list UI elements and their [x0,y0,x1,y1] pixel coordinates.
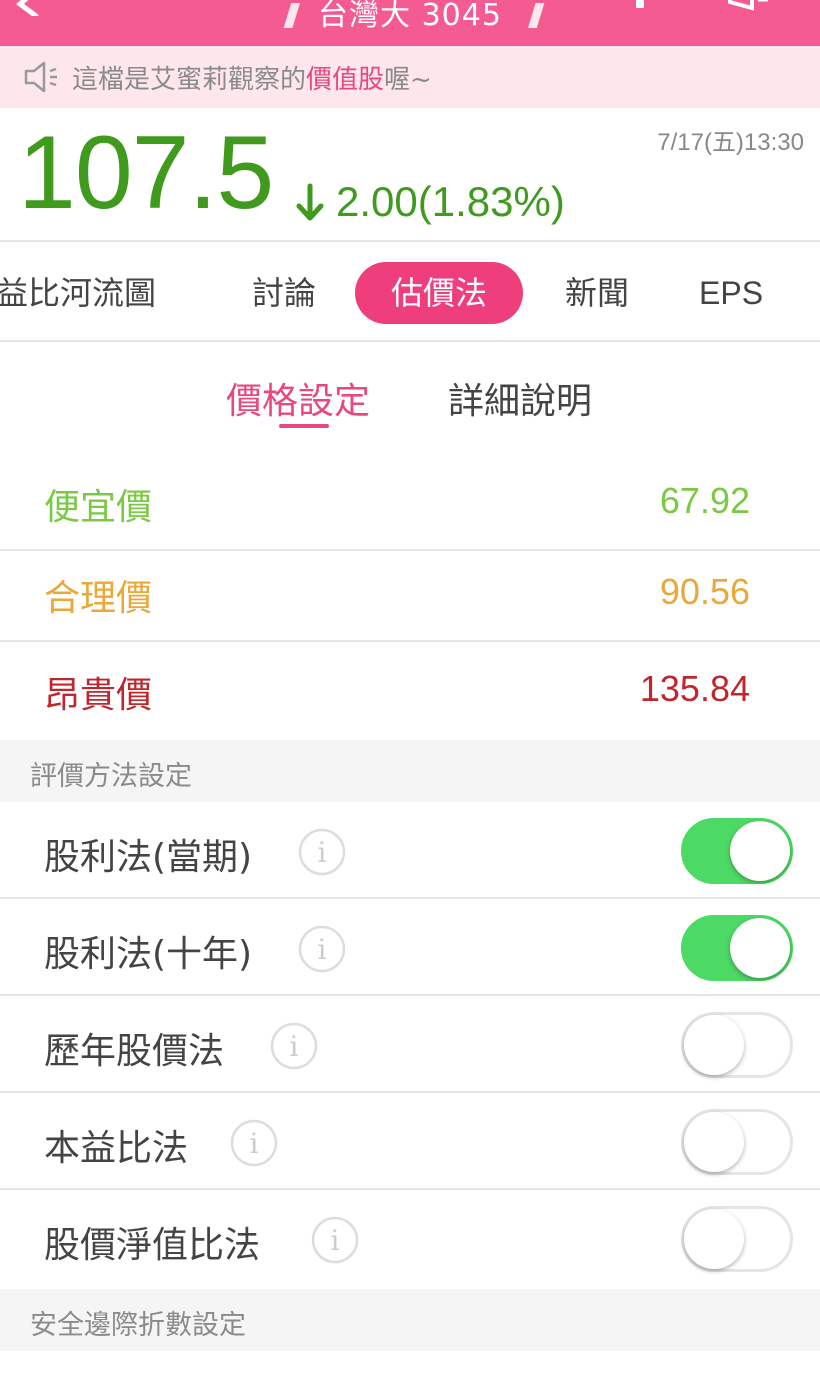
tab-eps[interactable]: EPS [699,262,763,324]
toggle-knob [684,1209,744,1269]
price-row-fair: 合理價 90.56 [0,545,820,642]
method-toggle[interactable] [681,915,793,981]
toggle-knob [730,918,790,978]
stock-title: //// 台灣大 3045 //// [0,0,820,34]
notice-banner: 這檔是艾蜜莉觀察的 價值股 喔~ [0,46,820,108]
subtab-price-settings[interactable]: 價格設定 [226,372,370,424]
svg-text:i: i [331,1224,340,1257]
method-toggle[interactable] [681,1012,793,1078]
fair-price-value: 90.56 [659,571,750,612]
tab-news[interactable]: 新聞 [565,262,629,324]
method-toggle[interactable] [681,1206,793,1272]
toggle-knob [684,1015,744,1075]
price-change-value: 2.00(1.83%) [336,178,565,225]
next-stock-icon[interactable]: //// [528,0,545,33]
method-label: 股利法(十年) [44,934,253,975]
section-methods-title: 評價方法設定 [30,761,192,792]
method-row-pe: 本益比法 i [0,1093,820,1190]
method-row-pb: 股價淨值比法 i [0,1190,820,1287]
method-label: 股價淨值比法 [44,1225,261,1266]
method-toggle[interactable] [681,1109,793,1175]
speaker-icon [24,61,57,93]
svg-text:i: i [290,1030,299,1063]
info-icon[interactable]: i [311,1216,359,1264]
plus-icon[interactable] [620,0,660,20]
subtab-indicator [279,424,329,428]
expensive-price-label: 昂貴價 [44,675,153,716]
info-icon[interactable]: i [298,925,346,973]
method-label: 歷年股價法 [44,1031,225,1072]
main-tabs: 益比河流圖 討論 估價法 新聞 EPS [0,242,820,342]
notice-prefix: 這檔是艾蜜莉觀察的 [72,64,307,95]
subtab-details[interactable]: 詳細說明 [448,372,592,424]
megaphone-icon[interactable] [722,0,770,20]
stock-name-code: 台灣大 3045 [318,0,502,33]
tab-valuation[interactable]: 估價法 [355,262,524,324]
method-toggle[interactable] [681,818,793,884]
prev-stock-icon[interactable]: //// [284,0,301,33]
current-price: 107.5 [18,115,274,231]
section-safety-title: 安全邊際折數設定 [30,1310,246,1341]
arrow-down-icon [296,183,324,221]
method-row-dividend-10y: 股利法(十年) i [0,899,820,996]
sub-tabs: 價格設定 詳細說明 [0,342,820,454]
toggle-knob [684,1112,744,1172]
cheap-price-value: 67.92 [659,480,750,521]
fair-price-label: 合理價 [44,578,153,619]
tab-discussion[interactable]: 討論 [252,262,316,324]
section-methods-header: 評價方法設定 [0,740,820,802]
price-row-cheap: 便宜價 67.92 [0,454,820,551]
method-row-dividend-current: 股利法(當期) i [0,802,820,899]
info-icon[interactable]: i [230,1119,278,1167]
info-icon[interactable]: i [298,828,346,876]
tab-pe-river[interactable]: 益比河流圖 [0,262,156,324]
price-row-expensive: 昂貴價 135.84 [0,642,820,739]
price-change: 2.00(1.83%) [294,178,565,226]
svg-text:i: i [318,933,327,966]
method-label: 本益比法 [44,1128,189,1169]
cheap-price-label: 便宜價 [44,487,153,528]
top-nav-bar: //// 台灣大 3045 //// [0,0,820,46]
svg-text:i: i [318,836,327,869]
notice-suffix: 喔~ [384,64,432,95]
method-row-historical-price: 歷年股價法 i [0,996,820,1093]
info-icon[interactable]: i [270,1022,318,1070]
method-label: 股利法(當期) [44,837,253,878]
svg-text:i: i [250,1127,259,1160]
quote-datetime: 7/17(五)13:30 [657,129,804,156]
section-safety-header: 安全邊際折數設定 [0,1289,820,1351]
toggle-knob [730,821,790,881]
quote-panel: 107.5 2.00(1.83%) 7/17(五)13:30 [0,108,820,242]
expensive-price-value: 135.84 [639,668,750,709]
notice-highlight: 價值股 [306,64,385,95]
